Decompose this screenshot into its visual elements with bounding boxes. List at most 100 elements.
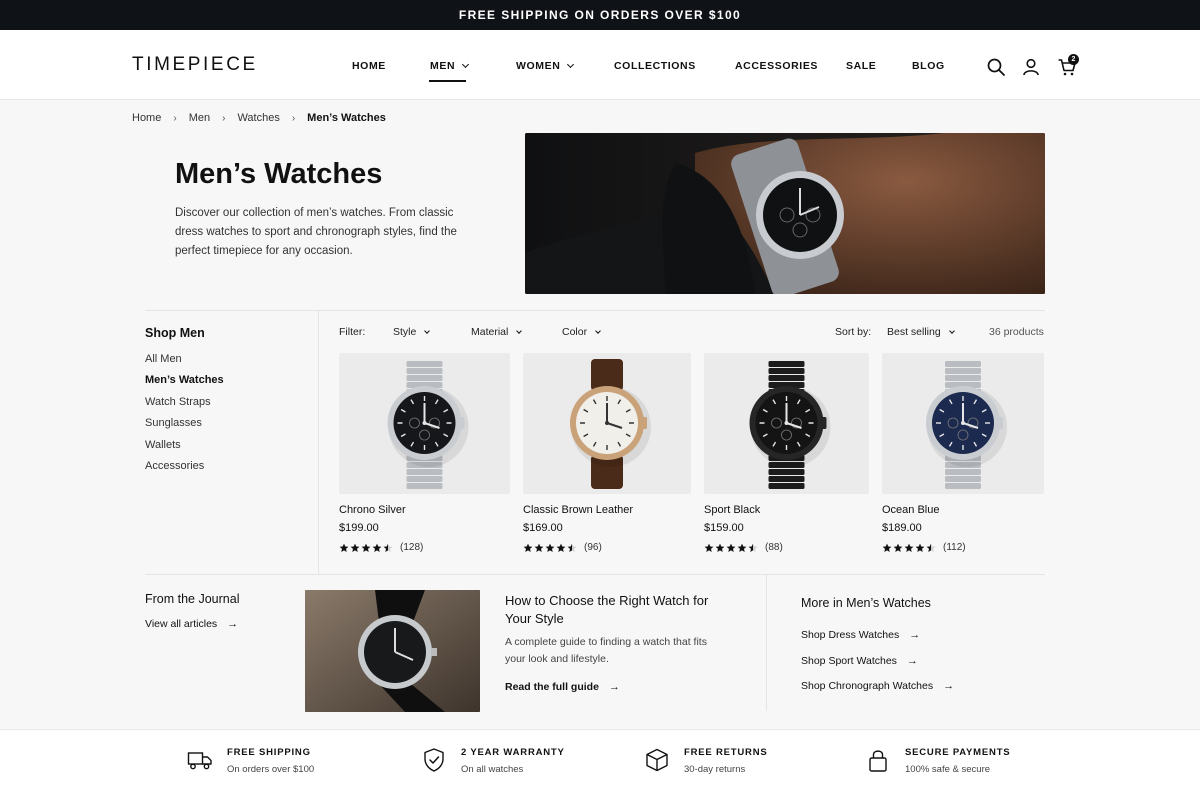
journal-title: From the Journal bbox=[145, 592, 240, 606]
product-rating: (128) bbox=[339, 542, 423, 553]
logo[interactable]: TIMEPIECE bbox=[132, 54, 258, 76]
star-icon bbox=[372, 543, 382, 552]
star-icon bbox=[704, 543, 714, 552]
feature-title: 2 YEAR WARRANTY bbox=[461, 747, 565, 758]
feature-subtitle: On orders over $100 bbox=[227, 764, 315, 775]
view-all-articles-link[interactable]: View all articles → bbox=[145, 618, 238, 630]
nav-men[interactable]: MEN bbox=[430, 60, 470, 72]
sidebar-title: Shop Men bbox=[145, 326, 205, 340]
product-name[interactable]: Ocean Blue bbox=[882, 504, 939, 516]
feature-free-shipping: FREE SHIPPING On orders over $100 bbox=[187, 747, 314, 775]
sidebar-item-accessories[interactable]: Accessories bbox=[145, 460, 204, 472]
sort-dropdown[interactable]: Best selling bbox=[887, 326, 955, 338]
product-image[interactable] bbox=[704, 353, 869, 494]
features-bar bbox=[0, 729, 1200, 800]
product-rating: (112) bbox=[882, 542, 966, 553]
lock-icon bbox=[869, 750, 887, 772]
chevron-down-icon bbox=[567, 60, 575, 69]
search-icon[interactable] bbox=[986, 57, 1006, 77]
filter-style-label: Style bbox=[393, 326, 417, 338]
nav-sale-label: SALE bbox=[846, 60, 877, 72]
star-icon bbox=[737, 543, 747, 552]
review-count: (112) bbox=[943, 542, 966, 553]
nav-blog[interactable]: BLOG bbox=[912, 60, 945, 72]
star-rating bbox=[339, 543, 393, 553]
feature-title: FREE SHIPPING bbox=[227, 747, 311, 758]
breadcrumb-men[interactable]: Men bbox=[189, 112, 210, 124]
nav-active-underline bbox=[429, 80, 466, 82]
article-title[interactable]: How to Choose the Right Watch for Your S… bbox=[505, 592, 735, 628]
product-price: $169.00 bbox=[523, 522, 563, 534]
nav-men-label: MEN bbox=[430, 60, 456, 72]
star-icon bbox=[893, 543, 903, 552]
truck-icon bbox=[187, 752, 212, 770]
nav-women-label: WOMEN bbox=[516, 60, 561, 72]
product-name[interactable]: Chrono Silver bbox=[339, 504, 406, 516]
feature-subtitle: 30-day returns bbox=[684, 764, 746, 775]
chevron-down-icon bbox=[948, 327, 955, 334]
shop-sport-watches-link[interactable]: Shop Sport Watches → bbox=[801, 655, 918, 667]
star-icon bbox=[926, 543, 936, 552]
breadcrumb-watches[interactable]: Watches bbox=[237, 112, 279, 124]
shop-chronograph-watches-link[interactable]: Shop Chronograph Watches → bbox=[801, 680, 954, 692]
product-image[interactable] bbox=[339, 353, 510, 494]
filter-material-dropdown[interactable]: Material bbox=[471, 326, 523, 338]
watch-image bbox=[387, 361, 469, 489]
read-guide-label: Read the full guide bbox=[505, 681, 599, 693]
user-icon[interactable] bbox=[1021, 57, 1041, 77]
star-icon bbox=[726, 543, 736, 552]
nav-sale[interactable]: SALE bbox=[846, 60, 876, 72]
divider bbox=[318, 311, 319, 574]
site-header: TIMEPIECE HOME MEN WOMEN COLLECTIONS ACC… bbox=[0, 30, 1200, 100]
nav-accessories[interactable]: ACCESSORIES bbox=[735, 60, 818, 72]
star-icon bbox=[339, 543, 349, 552]
sidebar-item-wallets[interactable]: Wallets bbox=[145, 439, 181, 451]
star-icon bbox=[748, 543, 758, 552]
sort-value: Best selling bbox=[887, 326, 941, 338]
nav-women[interactable]: WOMEN bbox=[516, 60, 575, 72]
divider bbox=[145, 310, 1045, 311]
star-icon bbox=[383, 543, 393, 552]
shop-dress-watches-link[interactable]: Shop Dress Watches → bbox=[801, 629, 920, 641]
divider bbox=[766, 575, 767, 711]
nav-collections-label: COLLECTIONS bbox=[614, 60, 696, 72]
star-icon bbox=[350, 543, 360, 552]
view-all-articles-label: View all articles bbox=[145, 618, 218, 630]
star-icon bbox=[545, 543, 555, 552]
sidebar-item-all-men[interactable]: All Men bbox=[145, 353, 182, 365]
product-name[interactable]: Sport Black bbox=[704, 504, 760, 516]
product-name[interactable]: Classic Brown Leather bbox=[523, 504, 633, 516]
filter-color-dropdown[interactable]: Color bbox=[562, 326, 601, 338]
sidebar-item-mens-watches[interactable]: Men’s Watches bbox=[145, 374, 224, 386]
arrow-right-icon: → bbox=[906, 655, 918, 667]
more-section-title: More in Men’s Watches bbox=[801, 596, 931, 610]
feature-warranty: 2 YEAR WARRANTY On all watches bbox=[421, 747, 565, 775]
sidebar-item-sunglasses[interactable]: Sunglasses bbox=[145, 417, 202, 429]
product-image[interactable] bbox=[882, 353, 1044, 494]
star-icon bbox=[534, 543, 544, 552]
arrow-right-icon: → bbox=[608, 681, 620, 693]
nav-home[interactable]: HOME bbox=[352, 60, 386, 72]
feature-subtitle: 100% safe & secure bbox=[905, 764, 991, 775]
chevron-right-icon: › bbox=[173, 112, 177, 124]
nav-collections[interactable]: COLLECTIONS bbox=[614, 60, 696, 72]
sort-label: Sort by: bbox=[835, 326, 872, 338]
watch-image bbox=[926, 361, 1007, 489]
breadcrumb-current: Men’s Watches bbox=[307, 112, 386, 124]
breadcrumb-home[interactable]: Home bbox=[132, 112, 161, 124]
filter-style-dropdown[interactable]: Style bbox=[393, 326, 431, 338]
sidebar-item-watch-straps[interactable]: Watch Straps bbox=[145, 396, 211, 408]
product-image[interactable] bbox=[523, 353, 691, 494]
shop-dress-watches-label: Shop Dress Watches bbox=[801, 629, 900, 641]
star-icon bbox=[904, 543, 914, 552]
article-image[interactable] bbox=[305, 590, 480, 712]
shop-chronograph-watches-label: Shop Chronograph Watches bbox=[801, 680, 934, 692]
read-guide-link[interactable]: Read the full guide → bbox=[505, 681, 620, 693]
star-icon bbox=[715, 543, 725, 552]
star-icon bbox=[523, 543, 533, 552]
arrow-right-icon: → bbox=[943, 680, 955, 692]
watch-image bbox=[749, 361, 831, 489]
product-count: 36 products bbox=[989, 326, 1044, 338]
feature-title: SECURE PAYMENTS bbox=[905, 747, 1011, 758]
chevron-down-icon bbox=[516, 327, 523, 334]
